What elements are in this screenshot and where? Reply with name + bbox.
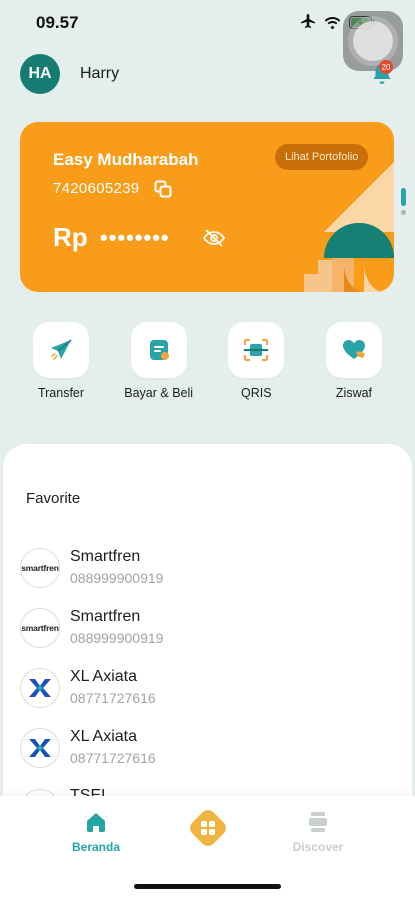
notification-badge: 20	[379, 60, 393, 74]
nav-home-label: Beranda	[71, 840, 121, 854]
wifi-icon	[324, 16, 341, 29]
favorites-title: Favorite	[26, 490, 81, 507]
xl-logo	[20, 728, 60, 768]
smartfren-logo: smartfren	[20, 608, 60, 648]
status-time: 09.57	[36, 13, 79, 32]
balance-masked: ••••••••	[100, 225, 170, 250]
quick-action-bayar-beli[interactable]: Bayar & Beli	[114, 322, 204, 400]
favorite-number: 08771727616	[70, 690, 156, 706]
paper-plane-icon	[51, 339, 72, 360]
airplane-icon	[301, 14, 315, 28]
list-item[interactable]: smartfren Smartfren 088999900919	[20, 544, 400, 604]
favorite-number: 08771727616	[70, 750, 156, 766]
quick-action-ziswaf[interactable]: Ziswaf	[309, 322, 399, 400]
bill-icon	[149, 340, 169, 360]
favorite-name: XL Axiata	[70, 668, 138, 685]
list-item[interactable]: XL Axiata 08771727616	[20, 724, 400, 784]
qr-scan-icon	[244, 339, 269, 361]
quick-action-label: Transfer	[37, 386, 85, 400]
xl-logo	[20, 668, 60, 708]
favorites-list: smartfren Smartfren 088999900919 smartfr…	[20, 544, 400, 784]
quick-action-label: Ziswaf	[335, 386, 373, 400]
home-indicator	[134, 884, 281, 889]
eye-off-icon[interactable]	[202, 226, 226, 250]
card-decoration	[304, 162, 394, 292]
account-number: 7420605239	[53, 180, 140, 197]
nav-discover[interactable]: Discover	[288, 810, 348, 854]
discover-icon	[309, 812, 327, 832]
card-title: Easy Mudharabah	[53, 150, 199, 169]
quick-action-label: Bayar & Beli	[124, 386, 194, 400]
avatar[interactable]: HA	[20, 54, 60, 94]
favorite-name: Smartfren	[70, 548, 141, 565]
list-item[interactable]: XL Axiata 08771727616	[20, 664, 400, 724]
quick-action-qris[interactable]: QRIS	[211, 322, 301, 400]
nav-home[interactable]: Beranda	[66, 810, 126, 854]
quick-action-transfer[interactable]: Transfer	[16, 322, 106, 400]
balance-currency: Rp	[53, 222, 88, 252]
smartfren-logo: smartfren	[20, 548, 60, 588]
account-card[interactable]: Easy Mudharabah 7420605239 Lihat Portofo…	[20, 122, 394, 292]
list-item[interactable]: smartfren Smartfren 088999900919	[20, 604, 400, 664]
home-icon	[87, 813, 105, 832]
menu-grid-button[interactable]	[183, 803, 233, 853]
favorite-number: 088999900919	[70, 570, 164, 586]
favorite-name: Smartfren	[70, 608, 141, 625]
quick-action-label: QRIS	[241, 386, 272, 400]
header: HA Harry 20	[20, 54, 395, 98]
heart-hand-icon	[342, 340, 365, 359]
favorite-number: 088999900919	[70, 630, 164, 646]
nav-discover-label: Discover	[292, 840, 344, 854]
favorite-name: XL Axiata	[70, 728, 138, 745]
copy-icon[interactable]	[154, 180, 172, 198]
bottom-nav: Beranda Discover	[0, 796, 415, 897]
user-name: Harry	[80, 65, 120, 82]
carousel-indicator	[401, 188, 406, 218]
quick-actions: Transfer Bayar & Beli QRIS Ziswaf	[16, 322, 399, 400]
